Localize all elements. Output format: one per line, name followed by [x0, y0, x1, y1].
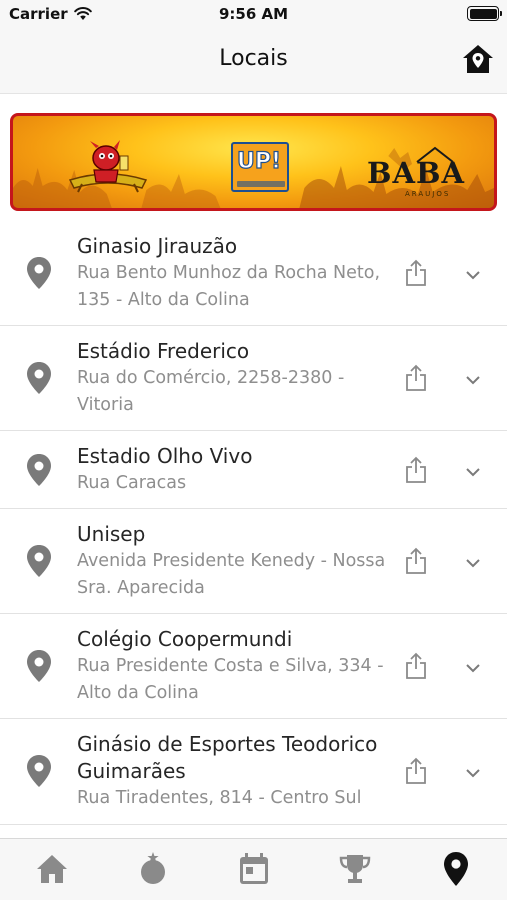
baba-logo: BABA ARAUJOS	[365, 146, 464, 198]
location-address: Rua Tiradentes, 814 - Centro Sul	[77, 788, 362, 808]
share-icon[interactable]	[404, 259, 428, 287]
navigation-bar: Locais	[0, 30, 507, 94]
chevron-down-icon[interactable]	[463, 658, 483, 678]
location-name: Ginasio Jirauzão	[77, 234, 238, 258]
location-pin-icon	[27, 257, 51, 289]
location-row[interactable]: Estádio Frederico Rua do Comércio, 2258-…	[0, 326, 507, 431]
home-icon[interactable]	[34, 851, 70, 887]
battery-icon	[467, 6, 502, 21]
location-row[interactable]: Colégio Coopermundi Rua Presidente Costa…	[0, 614, 507, 719]
location-pin-icon	[27, 545, 51, 577]
tab-bar	[0, 838, 507, 900]
location-row[interactable]: Ginasio Jirauzão Rua Bento Munhoz da Roc…	[0, 221, 507, 326]
baba-logo-subtext: ARAUJOS	[405, 190, 451, 198]
location-address: Rua Bento Munhoz da Rocha Neto, 135 - Al…	[77, 263, 381, 310]
location-row[interactable]: Ginásio de Esportes Teodorico Guimarães …	[0, 719, 507, 825]
locations-list: Ginasio Jirauzão Rua Bento Munhoz da Roc…	[0, 221, 507, 838]
share-icon[interactable]	[404, 547, 428, 575]
location-address: Rua Presidente Costa e Silva, 334 - Alto…	[77, 656, 384, 703]
ball-icon[interactable]	[135, 851, 171, 887]
sponsor-banner[interactable]: UP! BABA ARAUJOS	[10, 113, 497, 211]
location-pin-icon	[27, 650, 51, 682]
calendar-icon[interactable]	[236, 851, 272, 887]
location-row[interactable]: Unisep Avenida Presidente Kenedy - Nossa…	[0, 509, 507, 614]
chevron-down-icon[interactable]	[463, 370, 483, 390]
chevron-down-icon[interactable]	[463, 462, 483, 482]
bar-mascot-logo	[68, 140, 148, 193]
location-row[interactable]: Estadio Olho Vivo Rua Caracas	[0, 431, 507, 509]
location-pin-icon	[27, 454, 51, 486]
location-address: Rua do Comércio, 2258-2380 - Vitoria	[77, 368, 345, 415]
baba-logo-text: BABA	[367, 156, 466, 190]
location-address: Rua Caracas	[77, 473, 187, 493]
status-bar: Carrier 9:56 AM	[0, 0, 507, 30]
page-title: Locais	[219, 46, 288, 71]
location-name: Unisep	[77, 522, 146, 546]
location-name: Estadio Olho Vivo	[77, 444, 253, 468]
location-name: Ginásio de Esportes Teodorico Guimarães	[77, 732, 378, 783]
status-time: 9:56 AM	[218, 5, 289, 23]
share-icon[interactable]	[404, 456, 428, 484]
chevron-down-icon[interactable]	[463, 265, 483, 285]
trophy-icon[interactable]	[337, 851, 373, 887]
share-icon[interactable]	[404, 364, 428, 392]
location-pin-icon	[27, 755, 51, 787]
location-name: Colégio Coopermundi	[77, 627, 293, 651]
location-pin-icon[interactable]	[438, 851, 474, 887]
home-pin-icon[interactable]	[461, 42, 495, 76]
share-icon[interactable]	[404, 652, 428, 680]
location-address: Avenida Presidente Kenedy - Nossa Sra. A…	[77, 551, 386, 598]
chevron-down-icon[interactable]	[463, 553, 483, 573]
up-logo: UP!	[231, 142, 289, 192]
chevron-down-icon[interactable]	[463, 763, 483, 783]
share-icon[interactable]	[404, 757, 428, 785]
location-name: Estádio Frederico	[77, 339, 250, 363]
up-logo-text: UP!	[236, 148, 282, 174]
location-pin-icon	[27, 362, 51, 394]
